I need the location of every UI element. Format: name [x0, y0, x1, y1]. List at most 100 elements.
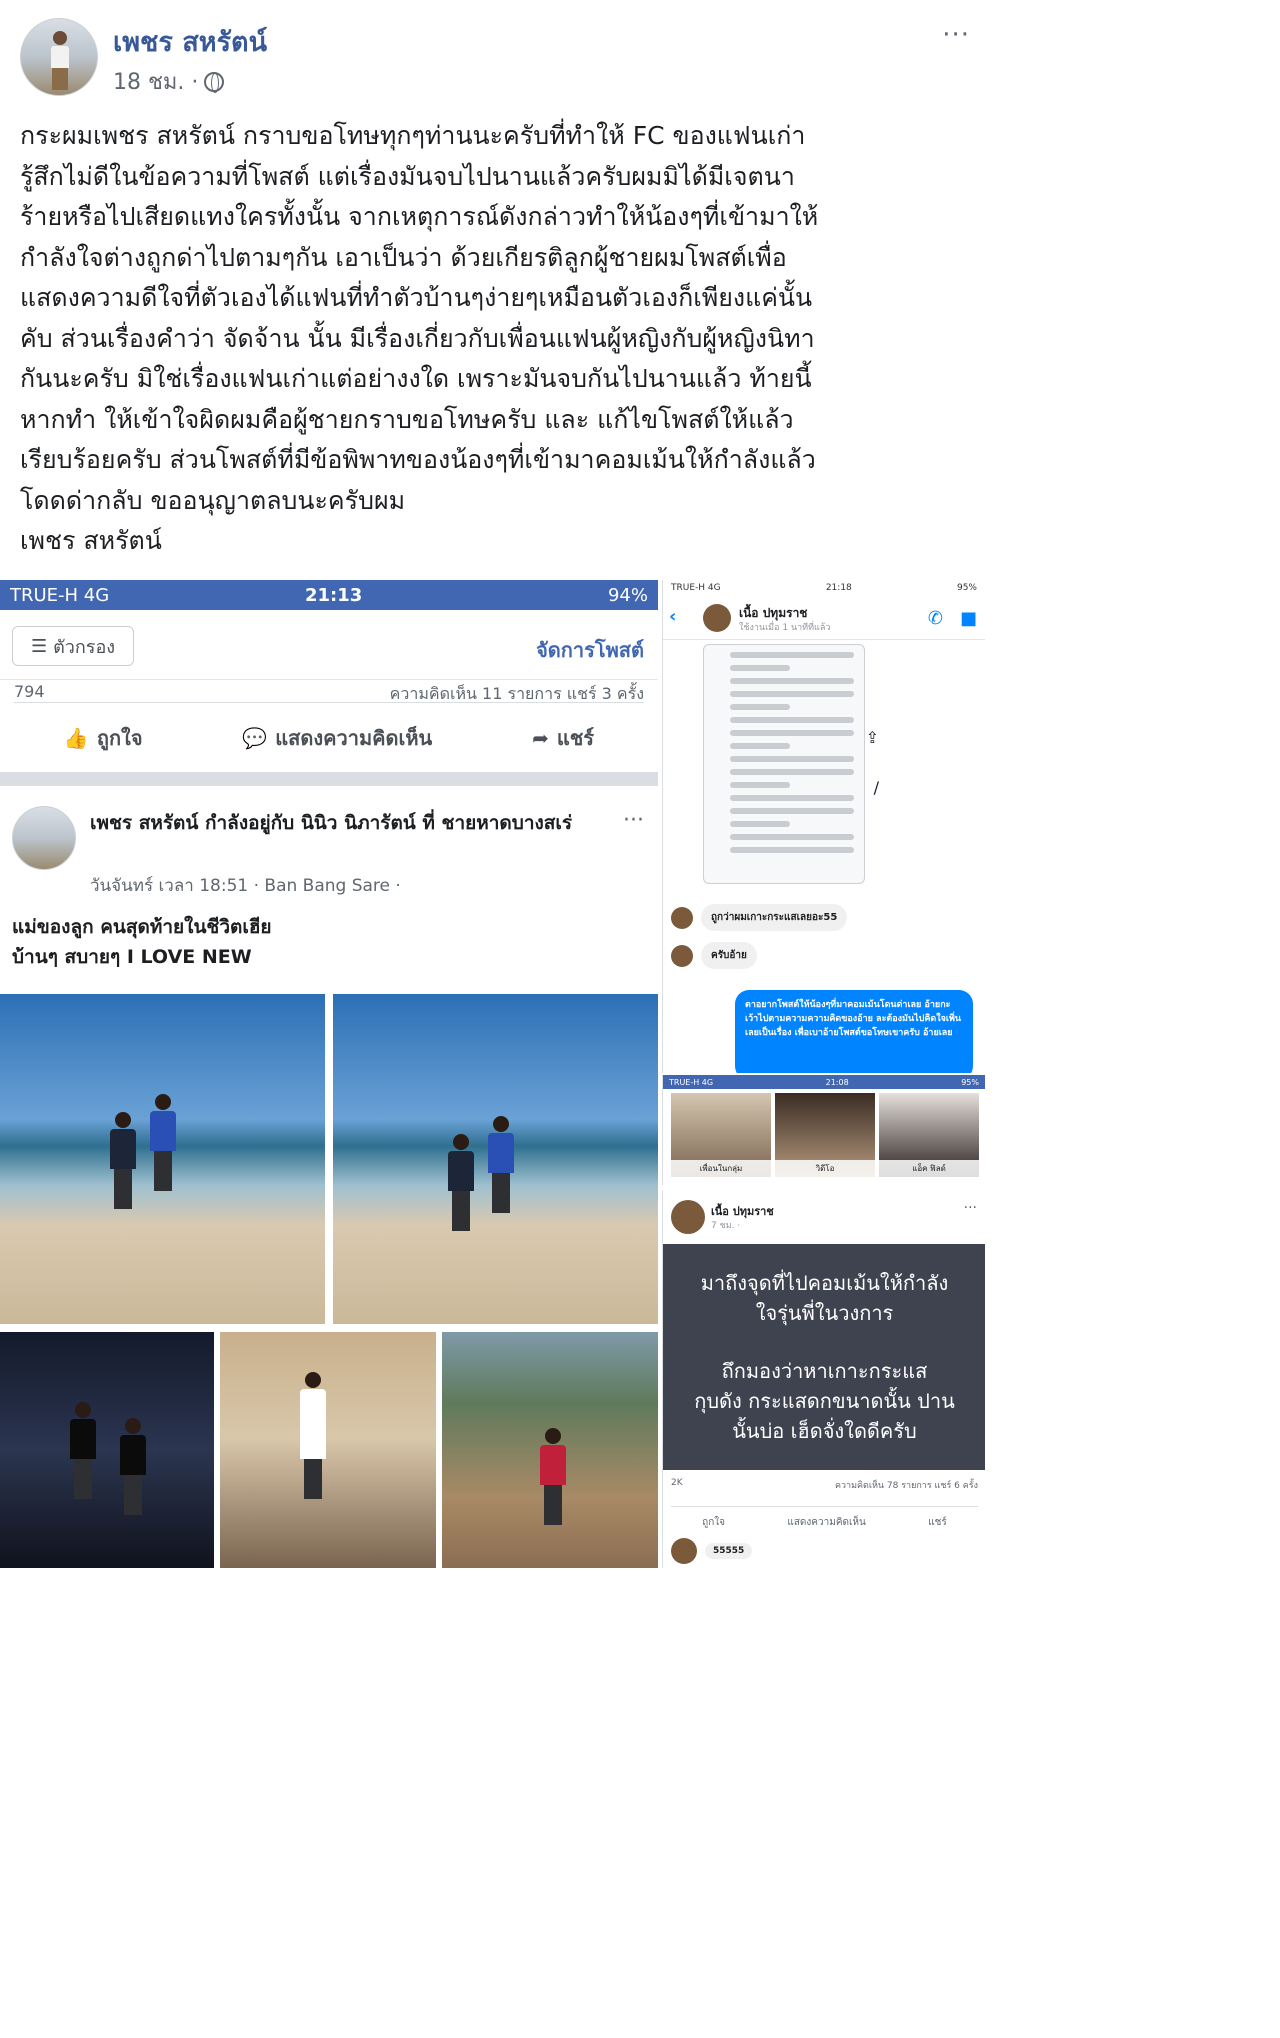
- text-placeholder-line: [730, 678, 854, 684]
- inner-more-button[interactable]: ···: [623, 808, 644, 833]
- speech-bubble-icon: 💬: [242, 725, 268, 750]
- inner-post-caption: แม่ของลูก คนสุดท้ายในชีวิตเฮีย บ้านๆ สบา…: [12, 912, 272, 972]
- outdoor-photo[interactable]: [442, 1332, 658, 1568]
- author-avatar[interactable]: [671, 1200, 705, 1234]
- post-text-line: กระผมเพชร สหรัตน์ กราบขอโทษทุกๆท่านนะครั…: [20, 121, 806, 150]
- post-text-line: โดดด่ากลับ ขออนุญาตลบนะครับผม: [20, 485, 406, 515]
- caption-line: บ้านๆ สบายๆ I LOVE NEW: [12, 946, 252, 968]
- chat-message: ครับอ้าย: [671, 942, 757, 969]
- comment-button[interactable]: 💬 แสดงความคิดเห็น: [242, 722, 432, 754]
- caption-line: แม่ของลูก คนสุดท้ายในชีวิตเฮีย: [12, 916, 272, 938]
- text-placeholder-line: [730, 743, 790, 749]
- post-text-line: คับ ส่วนเรื่องคำว่า จัดจ้าน นั้น มีเรื่อ…: [20, 323, 815, 353]
- person-figure: [300, 1372, 326, 1499]
- clock: 21:18: [825, 583, 852, 593]
- share-label: แชร์: [556, 725, 595, 750]
- comment-button[interactable]: แสดงความคิดเห็น: [787, 1515, 865, 1530]
- comments-shares-count[interactable]: ความคิดเห็น 11 รายการ แชร์ 3 ครั้ง: [390, 682, 644, 702]
- video-camera-icon[interactable]: ■: [960, 608, 977, 629]
- text-placeholder-line: [730, 652, 854, 658]
- like-button[interactable]: 👍 ถูกใจ: [64, 722, 143, 754]
- messenger-header: ‹ เนื้อ ปทุมราช ใช้งานเมื่อ 1 นาทีที่แล้…: [663, 596, 985, 640]
- beach-photo[interactable]: [333, 994, 658, 1324]
- more-options-button[interactable]: ···: [942, 20, 970, 50]
- edit-icon[interactable]: /: [874, 778, 879, 797]
- carrier-label: TRUE-H 4G: [10, 584, 110, 606]
- comments-shares-count[interactable]: ความคิดเห็น 78 รายการ แชร์ 6 ครั้ง: [835, 1478, 978, 1492]
- shared-screenshot[interactable]: [703, 644, 865, 884]
- post-text-line: หากทำ ให้เข้าใจผิดผมคือผู้ชายกราบขอโทษคร…: [20, 404, 794, 434]
- photo-grid: [0, 994, 658, 1568]
- reactions-count[interactable]: 794: [14, 682, 45, 701]
- attached-screenshot-messenger[interactable]: TRUE-H 4G 21:18 95% ‹ เนื้อ ปทุมราช ใช้ง…: [662, 580, 985, 1073]
- battery-label: 95%: [956, 583, 977, 593]
- indoor-photo[interactable]: [220, 1332, 436, 1568]
- post-text-line: กันนะครับ มิใช่เรื่องแฟนเก่าแต่อย่างงใด …: [20, 364, 812, 393]
- comment-bubble: 55555: [705, 1543, 753, 1559]
- manage-posts-link[interactable]: จัดการโพสต์: [536, 634, 644, 666]
- reaction-summary: 2K ความคิดเห็น 78 รายการ แชร์ 6 ครั้ง: [671, 1478, 978, 1492]
- thumbs-up-icon: 👍: [63, 725, 89, 750]
- beach-photo[interactable]: [0, 994, 325, 1324]
- contact-status: ใช้งานเมื่อ 1 นาทีที่แล้ว: [739, 623, 831, 633]
- commenter-avatar[interactable]: [671, 1538, 697, 1564]
- attached-screenshot-left[interactable]: TRUE-H 4G 21:13 94% ☰ ตัวกรอง จัดการโพสต…: [0, 580, 658, 1568]
- reactions-count[interactable]: 2K: [671, 1478, 683, 1492]
- post-signature: เพชร สหรัตน์: [20, 526, 162, 555]
- inner-post-meta: วันจันทร์ เวลา 18:51 · Ban Bang Sare ·: [90, 876, 401, 896]
- divider: [0, 772, 658, 786]
- person-figure: [488, 1116, 514, 1213]
- post-timestamp: 7 ชม. ·: [711, 1221, 741, 1231]
- person-figure: [540, 1428, 566, 1525]
- share-arrow-icon: ➦: [532, 725, 549, 750]
- text-placeholder-line: [730, 756, 854, 762]
- ios-status-bar: TRUE-H 4G 21:13 94%: [0, 580, 658, 610]
- filter-button[interactable]: ☰ ตัวกรอง: [12, 626, 134, 666]
- attached-screenshot-photos[interactable]: TRUE-H 4G 21:08 95% เพื่อนในกลุ่ม วิดีโอ…: [662, 1075, 985, 1185]
- author-name[interactable]: เพชร สหรัตน์: [113, 20, 267, 63]
- share-icon[interactable]: ⇪: [866, 728, 879, 747]
- post-header: เพชร สหรัตน์ 18 ชม. · ···: [20, 16, 970, 96]
- text-placeholder-line: [730, 704, 790, 710]
- clock: 21:13: [305, 584, 363, 606]
- photo-thumbnail[interactable]: แอ็ค ฟิลด์: [879, 1093, 979, 1177]
- share-button[interactable]: แชร์: [928, 1515, 947, 1530]
- like-button[interactable]: ถูกใจ: [702, 1515, 725, 1530]
- inner-post: เพชร สหรัตน์ กำลังอยู่กับ นินิว นิภารัตน…: [0, 786, 658, 986]
- back-arrow-icon[interactable]: ‹: [669, 606, 676, 627]
- inner-author-avatar[interactable]: [12, 806, 76, 870]
- clock: 21:08: [825, 1077, 849, 1087]
- photo-thumbnail[interactable]: วิดีโอ: [775, 1093, 875, 1177]
- card-line: นั้นบ่อ เฮ็ดจั่งใดดีครับ: [732, 1419, 917, 1443]
- battery-label: 95%: [961, 1077, 979, 1087]
- attached-screenshot-status-post[interactable]: เนื้อ ปทุมราช 7 ชม. · ··· มาถึงจุดที่ไปค…: [662, 1190, 985, 1568]
- person-figure: [70, 1402, 96, 1499]
- card-line: ใจรุ่นพี่ในวงการ: [755, 1301, 894, 1325]
- post-action-bar: ถูกใจ แสดงความคิดเห็น แชร์: [671, 1506, 978, 1530]
- comment-row: 55555: [671, 1538, 753, 1564]
- like-label: ถูกใจ: [96, 725, 143, 750]
- text-placeholder-line: [730, 782, 790, 788]
- carrier-label: TRUE-H 4G: [671, 583, 721, 593]
- contact-avatar[interactable]: [703, 604, 731, 632]
- globe-icon: [204, 71, 225, 93]
- more-options-button[interactable]: ···: [964, 1200, 977, 1216]
- thumbnail-caption: วิดีโอ: [775, 1160, 875, 1177]
- battery-label: 94%: [607, 584, 648, 606]
- sender-avatar: [671, 944, 693, 967]
- text-placeholder-line: [730, 795, 854, 801]
- card-line: ถึกมองว่าหาเกาะกระแส: [721, 1359, 928, 1383]
- person-figure: [110, 1112, 136, 1209]
- concert-photo[interactable]: [0, 1332, 214, 1568]
- post-text-line: แสดงความดีใจที่ตัวเองได้แฟนที่ทำตัวบ้านๆ…: [20, 283, 813, 312]
- author-avatar[interactable]: [20, 18, 98, 96]
- inner-post-title[interactable]: เพชร สหรัตน์ กำลังอยู่กับ นินิว นิภารัตน…: [90, 808, 610, 838]
- phone-icon[interactable]: ✆: [928, 608, 943, 629]
- filter-label: ตัวกรอง: [53, 636, 116, 658]
- share-button[interactable]: ➦ แชร์: [532, 722, 594, 754]
- post-text-line: ร้ายหรือไปเสียดแทงใครทั้งนั้น จากเหตุการ…: [20, 202, 819, 231]
- card-line: กุบดัง กระแสดกขนาดนั้น ปาน: [694, 1389, 955, 1413]
- post-timestamp[interactable]: 18 ชม. ·: [113, 64, 198, 99]
- post-text-line: กำลังใจต่างถูกด่าไปตามๆกัน เอาเป็นว่า ด้…: [20, 242, 787, 272]
- photo-thumbnail[interactable]: เพื่อนในกลุ่ม: [671, 1093, 771, 1177]
